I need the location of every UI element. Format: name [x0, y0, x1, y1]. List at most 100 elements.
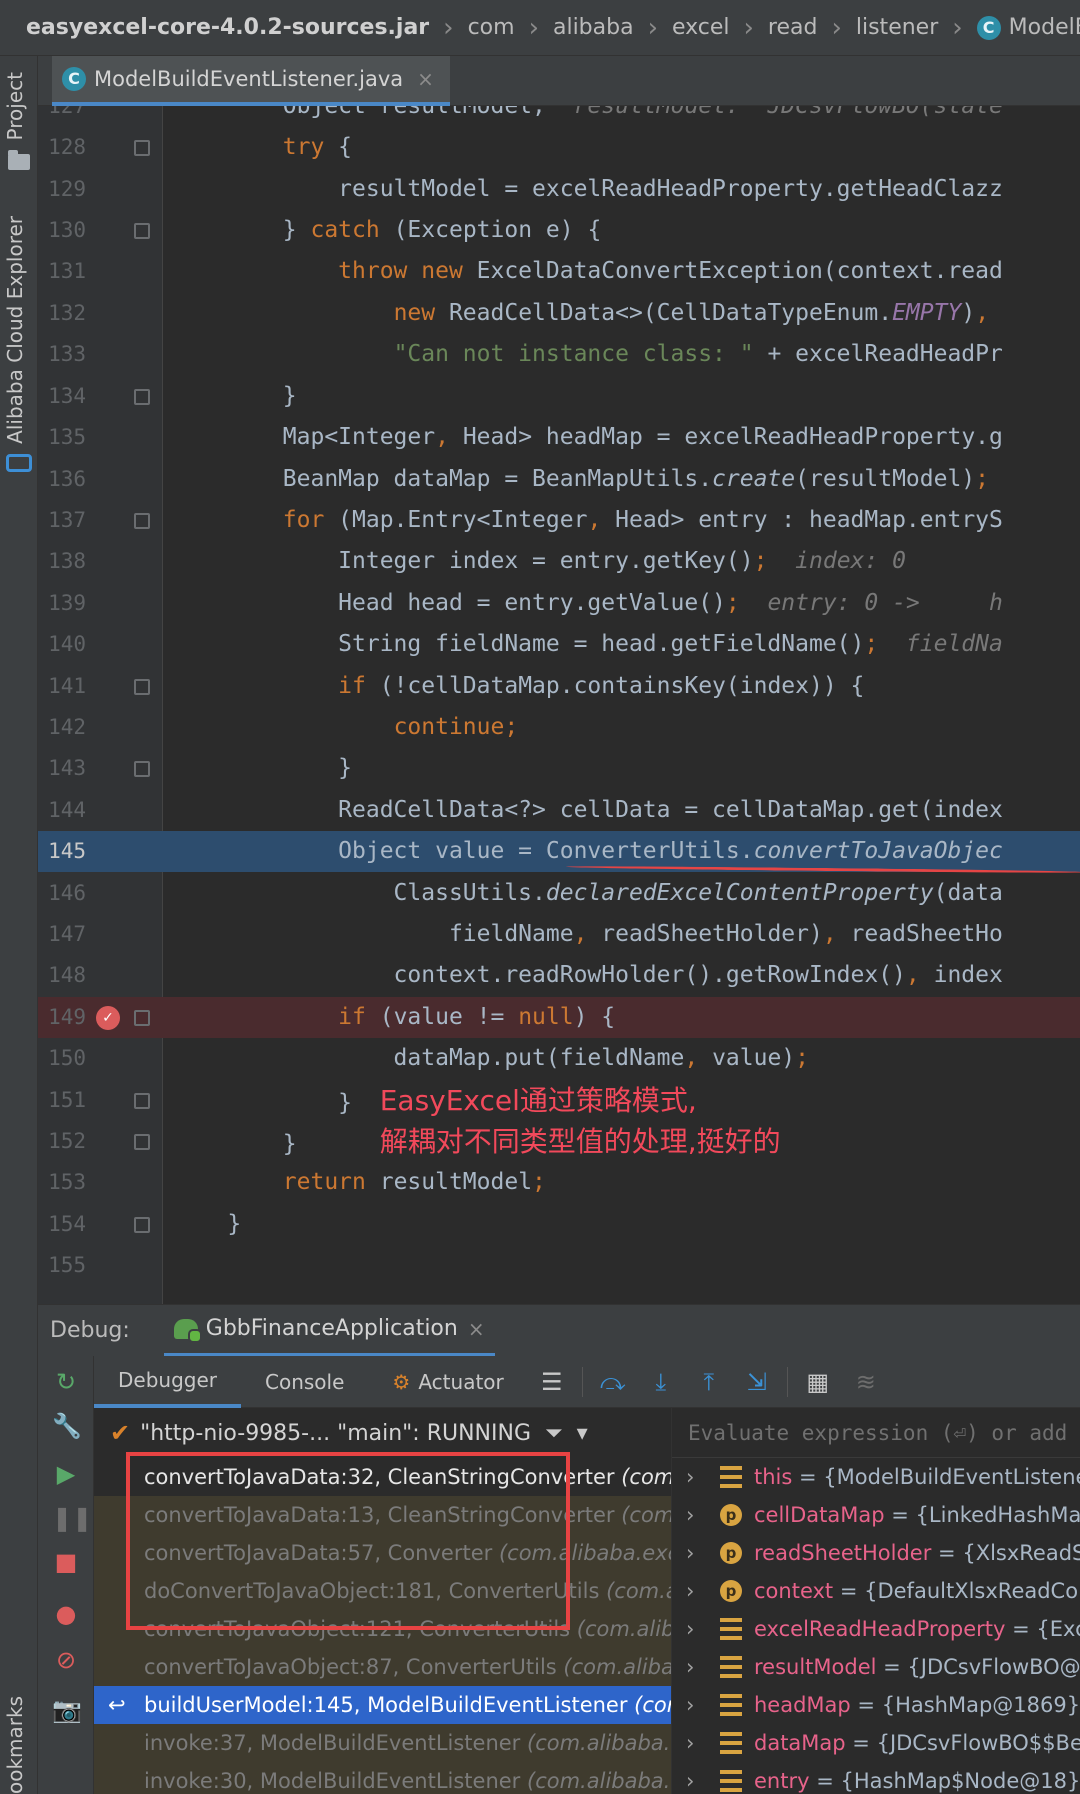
code-text: } [172, 383, 297, 409]
breadcrumb-class[interactable]: C ModelBuildEventListener [971, 15, 1080, 40]
step-into-icon[interactable]: ⤓ [646, 1367, 676, 1397]
chevron-down-icon[interactable]: ▾ [577, 1421, 588, 1446]
line-number: 127 [48, 106, 86, 118]
breadcrumb-listener[interactable]: listener [850, 15, 944, 40]
close-icon[interactable]: × [468, 1317, 485, 1341]
tab-actuator[interactable]: ⚙ Actuator [368, 1356, 527, 1408]
chevron-right-icon[interactable]: › [686, 1762, 694, 1794]
fold-icon[interactable] [134, 1134, 150, 1150]
fold-icon[interactable] [134, 389, 150, 405]
chevron-right-icon[interactable]: › [686, 1458, 694, 1496]
fold-icon[interactable] [134, 679, 150, 695]
tab-console[interactable]: Console [241, 1356, 368, 1408]
variable-row[interactable]: ›preadSheetHolder = {XlsxReadSheetHolder… [672, 1534, 1080, 1572]
variable-row[interactable]: ›pcontext = {DefaultXlsxReadContext@18} [672, 1572, 1080, 1610]
resume-icon[interactable]: ▶ [52, 1460, 80, 1488]
variable-row[interactable]: ›pcellDataMap = {LinkedHashMap@18} [672, 1496, 1080, 1534]
variable-value: {ExcelReadHeadProperty@18} [1036, 1617, 1080, 1641]
variable-row[interactable]: ›dataMap = {JDCsvFlowBO$$BeanMap} [672, 1724, 1080, 1762]
fold-icon[interactable] [134, 1217, 150, 1233]
annotation-line-2: 解耦对不同类型值的处理,挺好的 [379, 1125, 781, 1158]
close-icon[interactable]: × [417, 67, 434, 91]
code-editor[interactable]: 127 Object resultModel; resultModel: "JD… [38, 106, 1080, 1304]
fold-icon[interactable] [134, 1010, 150, 1026]
bookmarks-tool-tab[interactable]: Bookmarks [3, 1696, 27, 1794]
chevron-right-icon[interactable]: › [686, 1534, 694, 1572]
breadcrumb-jar[interactable]: easyexcel-core-4.0.2-sources.jar [20, 15, 435, 40]
object-icon [720, 1618, 742, 1640]
camera-icon[interactable]: 📷 [52, 1696, 82, 1724]
chevron-right-icon: › [952, 12, 963, 43]
fold-icon[interactable] [134, 223, 150, 239]
breakpoint-icon[interactable]: ✓ [96, 1006, 120, 1030]
chevron-right-icon[interactable]: › [686, 1610, 694, 1648]
code-line: 142 continue; [38, 707, 1080, 748]
alibaba-cloud-explorer-tab[interactable]: Alibaba Cloud Explorer [3, 216, 27, 444]
frame-package: (com.alibaba.excel.read.listener) [527, 1769, 671, 1793]
line-number: 144 [48, 798, 86, 822]
pause-icon[interactable]: ❚❚ [52, 1504, 92, 1532]
variable-row[interactable]: ›excelReadHeadProperty = {ExcelReadHeadP… [672, 1610, 1080, 1648]
run-config-tab[interactable]: GbbFinanceApplication × [163, 1305, 495, 1357]
step-out-icon[interactable]: ⤒ [694, 1367, 724, 1397]
view-breakpoints-icon[interactable]: ● [52, 1600, 80, 1628]
code-text: resultModel = excelReadHeadProperty.getH… [172, 176, 1003, 202]
fold-icon[interactable] [134, 761, 150, 777]
chevron-right-icon[interactable]: › [686, 1496, 694, 1534]
breadcrumb-alibaba[interactable]: alibaba [547, 15, 640, 40]
variable-row[interactable]: ›this = {ModelBuildEventListener@18} [672, 1458, 1080, 1496]
menu-icon[interactable]: ☰ [537, 1367, 567, 1397]
trace-icon[interactable]: ≋ [851, 1367, 881, 1397]
breadcrumb-read[interactable]: read [762, 15, 824, 40]
tab-debugger[interactable]: Debugger [94, 1356, 241, 1408]
stop-icon[interactable]: ■ [52, 1548, 80, 1576]
stack-frame-selected[interactable]: ↩ buildUserModel:145, ModelBuildEventList… [94, 1686, 671, 1724]
code-line: 128 try { [38, 127, 1080, 168]
chevron-right-icon[interactable]: › [686, 1724, 694, 1762]
object-icon [720, 1732, 742, 1754]
annotation-line-1: EasyExcel通过策略模式, [379, 1084, 697, 1117]
line-number: 143 [48, 756, 86, 780]
fold-icon[interactable] [134, 513, 150, 529]
project-tool-tab[interactable]: Project [3, 72, 27, 140]
editor-tab-modelbuildeventlistener[interactable]: C ModelBuildEventListener.java × [52, 56, 450, 106]
line-number: 128 [48, 135, 86, 159]
rerun-icon[interactable]: ↻ [52, 1368, 80, 1396]
code-line: 137 for (Map.Entry<Integer, Head> entry … [38, 500, 1080, 541]
variable-value: {XlsxReadSheetHolder@18} [962, 1541, 1080, 1565]
frame-package: (com.alibaba.excel.read.listener) [527, 1731, 671, 1755]
code-line: 148 context.readRowHolder().getRowIndex(… [38, 955, 1080, 996]
variable-row[interactable]: ›resultModel = {JDCsvFlowBO@18} [672, 1648, 1080, 1686]
alibaba-cloud-icon[interactable] [6, 454, 32, 472]
class-icon: C [976, 16, 1001, 40]
evaluate-expression-input[interactable]: Evaluate expression (⏎) or add a watch (… [672, 1408, 1080, 1458]
breadcrumb-excel[interactable]: excel [666, 15, 736, 40]
stack-frame[interactable]: convertToJavaObject:87, ConverterUtils (… [94, 1648, 671, 1686]
frame-package: (com.alibaba.excel.util) [563, 1655, 671, 1679]
variable-value: {LinkedHashMap@18} [915, 1503, 1080, 1527]
fold-icon[interactable] [134, 1093, 150, 1109]
code-text: if (value != null) { [338, 1004, 616, 1030]
chevron-right-icon[interactable]: › [686, 1572, 694, 1610]
evaluate-expression-icon[interactable]: ▦ [803, 1367, 833, 1397]
step-over-icon[interactable]: ⤼ [598, 1367, 628, 1397]
frame-method: invoke:37, ModelBuildEventListener [144, 1731, 521, 1755]
folder-icon[interactable] [8, 150, 30, 170]
stack-frame[interactable]: invoke:37, ModelBuildEventListener (com.… [94, 1724, 671, 1762]
breadcrumb-com[interactable]: com [462, 15, 521, 40]
run-to-cursor-icon[interactable]: ⇲ [742, 1367, 772, 1397]
frame-method: convertToJavaObject:87, ConverterUtils [144, 1655, 557, 1679]
chevron-right-icon[interactable]: › [686, 1648, 694, 1686]
variable-row[interactable]: › headMap = {HashMap@1869} [672, 1686, 1080, 1724]
mute-breakpoints-icon[interactable]: ⊘ [52, 1646, 80, 1674]
variable-name: excelReadHeadProperty [754, 1617, 1006, 1641]
wrench-icon[interactable]: 🔧 [52, 1412, 82, 1440]
chevron-right-icon[interactable]: › [686, 1686, 694, 1724]
code-line: 144 ReadCellData<?> cellData = cellDataM… [38, 790, 1080, 831]
thread-selector[interactable]: ✔ "http-nio-9985-... "main": RUNNING ⏷ ▾ [94, 1408, 671, 1458]
fold-icon[interactable] [134, 140, 150, 156]
filter-icon[interactable]: ⏷ [545, 1421, 563, 1446]
variable-row[interactable]: › entry = {HashMap$Node@18} [672, 1762, 1080, 1794]
stack-frame[interactable]: invoke:30, ModelBuildEventListener (com.… [94, 1762, 671, 1794]
line-number: 135 [48, 425, 86, 449]
